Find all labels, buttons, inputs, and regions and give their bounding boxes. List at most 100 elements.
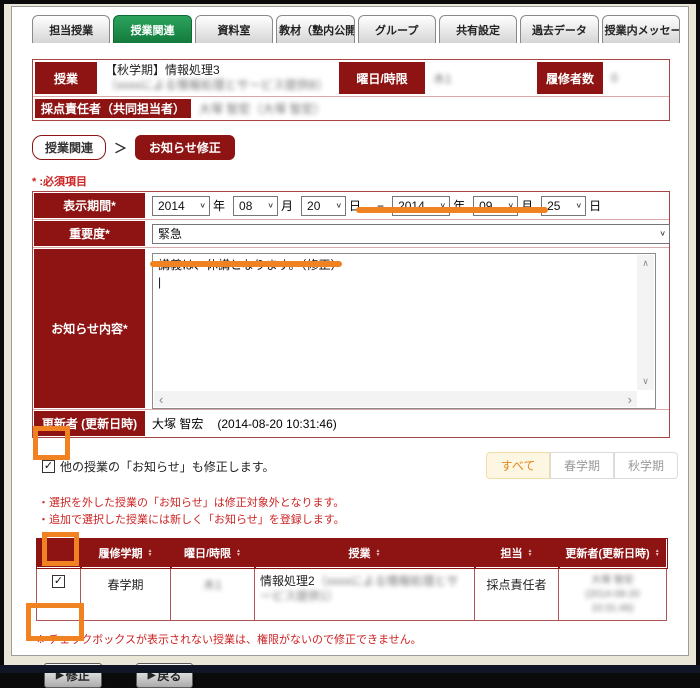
updater-name: 大塚 智宏 — [152, 415, 203, 432]
end-year-select[interactable]: 2014∨ — [392, 196, 450, 216]
class-label: 授業 — [33, 60, 99, 96]
class-value-redacted: （xxxxによる情報処理とサービス提供B） — [105, 78, 329, 93]
main-panel: 担当授業 授業関連 資料室 教材（塾内公開） グループ 共有設定 過去データ 授… — [11, 6, 689, 656]
permission-note: ※ チェックボックスが表示されない授業は、権限がないので修正できません。 — [36, 631, 680, 647]
notice-content-textarea[interactable]: 講義は、休講となります。（修正） | ∧ ∨ ‹ › — [152, 253, 656, 409]
breadcrumb-parent-link[interactable]: 授業関連 — [32, 135, 106, 160]
class-value: 【秋学期】情報処理3 （xxxxによる情報処理とサービス提供B） — [99, 60, 337, 96]
page-title: お知らせ修正 — [135, 135, 235, 160]
tab-kako-data[interactable]: 過去データ — [520, 15, 598, 43]
course-row-checkbox[interactable]: ✓ — [52, 575, 65, 588]
chevron-down-icon: ∨ — [335, 201, 342, 210]
header-class[interactable]: 授業▲▼ — [255, 539, 475, 568]
enrolled-value: 0 — [605, 60, 669, 96]
updater-value: 大塚 智宏 (2014-08-20 10:31:46) — [146, 410, 669, 437]
start-month-unit: 月 — [281, 197, 293, 214]
date-range-separator: − — [377, 199, 384, 213]
tab-tantou-jugyou[interactable]: 担当授業 — [32, 15, 110, 43]
course-charge: 採点責任者 — [475, 568, 559, 621]
apply-other-courses: ✓ 他の授業の「お知らせ」も修正します。 — [42, 458, 275, 475]
class-info-table: 授業 【秋学期】情報処理3 （xxxxによる情報処理とサービス提供B） 曜日/時… — [32, 59, 670, 121]
day-period-value-redacted: 木1 — [433, 70, 452, 87]
tab-jugyou-kanren[interactable]: 授業関連 — [113, 15, 191, 43]
importance-label: 重要度* — [33, 220, 146, 247]
filter-all-button[interactable]: すべて — [486, 452, 550, 479]
sort-icon[interactable]: ▲▼ — [528, 549, 533, 557]
day-period-value: 木1 — [427, 60, 535, 96]
other-courses-row: ✓ 他の授業の「お知らせ」も修正します。 すべて 春学期 秋学期 — [32, 452, 678, 479]
end-year-unit: 年 — [453, 197, 465, 214]
sort-icon[interactable]: ▲▼ — [236, 549, 241, 557]
updater-row: 更新者 (更新日時) 大塚 智宏 (2014-08-20 10:31:46) — [33, 409, 669, 437]
content-label: お知らせ内容* — [33, 248, 146, 409]
note-line: ・追加で選択した授業には新しく「お知らせ」を登録します。 — [38, 512, 680, 529]
course-semester: 春学期 — [81, 568, 171, 621]
tab-jugyounai-message[interactable]: 授業内メッセージ — [602, 15, 680, 43]
sort-icon[interactable]: ▲▼ — [376, 549, 381, 557]
apply-other-courses-checkbox[interactable]: ✓ — [42, 460, 55, 473]
class-info-row-2: 採点責任者（共同担当者） 大塚 智宏（大塚 智宏） — [33, 96, 669, 120]
header-charge[interactable]: 担当▲▼ — [475, 539, 559, 568]
scroll-up-icon[interactable]: ∧ — [642, 258, 649, 269]
header-semester[interactable]: 履修学期▲▼ — [81, 539, 171, 568]
sort-icon[interactable]: ▲▼ — [148, 549, 153, 557]
importance-select[interactable]: 緊急∨ — [152, 224, 670, 244]
chevron-down-icon: ∨ — [507, 201, 514, 210]
filter-spring-button[interactable]: 春学期 — [550, 452, 614, 479]
filter-fall-button[interactable]: 秋学期 — [614, 452, 678, 479]
content-label-text: お知らせ内容 — [51, 322, 123, 336]
period-value: 2014∨ 年 08∨ 月 20∨ 日 − 2014∨ 年 09∨ 月 25∨ … — [146, 192, 669, 219]
end-month-select[interactable]: 09∨ — [473, 196, 518, 216]
tab-bar: 担当授業 授業関連 資料室 教材（塾内公開） グループ 共有設定 過去データ 授… — [32, 15, 680, 43]
class-value-visible: 【秋学期】情報処理3 — [105, 63, 220, 78]
tab-shiryoushitsu[interactable]: 資料室 — [195, 15, 273, 43]
course-row-checkbox-cell: ✓ — [37, 568, 81, 621]
note-line: ・選択を外した授業の「お知らせ」は修正対象外となります。 — [38, 495, 680, 512]
header-day-period[interactable]: 曜日/時限▲▼ — [171, 539, 255, 568]
end-day-unit: 日 — [589, 197, 601, 214]
chevron-down-icon: ∨ — [659, 229, 666, 238]
semester-filter-group: すべて 春学期 秋学期 — [486, 452, 678, 479]
course-day-redacted: 木1 — [203, 578, 222, 592]
tab-group[interactable]: グループ — [358, 15, 436, 43]
sort-icon[interactable]: ▲▼ — [655, 549, 660, 557]
header-checkbox-column — [37, 539, 81, 568]
vertical-scrollbar[interactable]: ∧ ∨ — [637, 255, 654, 390]
chevron-down-icon: ∨ — [576, 201, 583, 210]
period-row: 表示期間* 2014∨ 年 08∨ 月 20∨ 日 − 2014∨ 年 09∨ … — [33, 192, 669, 219]
class-info-row-1: 授業 【秋学期】情報処理3 （xxxxによる情報処理とサービス提供B） 曜日/時… — [33, 60, 669, 96]
importance-label-text: 重要度 — [69, 227, 105, 241]
course-updater-name-redacted: 大塚 智宏 — [564, 574, 661, 588]
header-updater[interactable]: 更新者(更新日時)▲▼ — [559, 539, 667, 568]
text-cursor: | — [158, 274, 633, 291]
end-day-select[interactable]: 25∨ — [541, 196, 586, 216]
tab-kyouyuu-settei[interactable]: 共有設定 — [439, 15, 517, 43]
start-day-select[interactable]: 20∨ — [301, 196, 346, 216]
end-month-unit: 月 — [521, 197, 533, 214]
bottom-bar — [0, 665, 700, 673]
scroll-left-icon[interactable]: ‹ — [159, 392, 163, 407]
course-updater-date-redacted: (2014-08-20 10:31:46) — [564, 588, 661, 616]
start-month-select[interactable]: 08∨ — [233, 196, 278, 216]
start-year-unit: 年 — [213, 197, 225, 214]
course-class-visible: 情報処理2 — [260, 574, 315, 588]
grader-label: 採点責任者（共同担当者） — [33, 97, 193, 120]
start-year-select[interactable]: 2014∨ — [152, 196, 210, 216]
scroll-right-icon[interactable]: › — [628, 392, 632, 407]
horizontal-scrollbar[interactable]: ‹ › — [154, 391, 637, 407]
courses-table: 履修学期▲▼ 曜日/時限▲▼ 授業▲▼ 担当▲▼ 更新者(更新日時)▲▼ ✓ 春… — [36, 538, 667, 621]
content-required-mark: * — [123, 322, 128, 336]
chevron-down-icon: ∨ — [267, 201, 274, 210]
course-day-period: 木1 — [171, 568, 255, 621]
scroll-down-icon[interactable]: ∨ — [642, 376, 649, 387]
period-label-text: 表示期間 — [63, 199, 111, 213]
content-row: お知らせ内容* 講義は、休講となります。（修正） | ∧ ∨ ‹ › — [33, 247, 669, 409]
notice-content-text: 講義は、休講となります。（修正） | — [158, 257, 633, 291]
content-value: 講義は、休講となります。（修正） | ∧ ∨ ‹ › — [146, 248, 669, 409]
tab-kyouzai[interactable]: 教材（塾内公開） — [276, 15, 354, 43]
importance-value: 緊急∨ — [146, 220, 676, 247]
notice-form-table: 表示期間 * 2014∨ 年 08∨ 月 20∨ 日 − 2014∨ 年 09∨ … — [32, 191, 670, 438]
importance-row: 重要度* 緊急∨ — [33, 219, 669, 247]
course-row: ✓ 春学期 木1 情報処理2（xxxxによる情報処理とサービス提供1） 採点責任… — [37, 568, 667, 621]
notes-block: ・選択を外した授業の「お知らせ」は修正対象外となります。 ・追加で選択した授業に… — [38, 495, 680, 529]
